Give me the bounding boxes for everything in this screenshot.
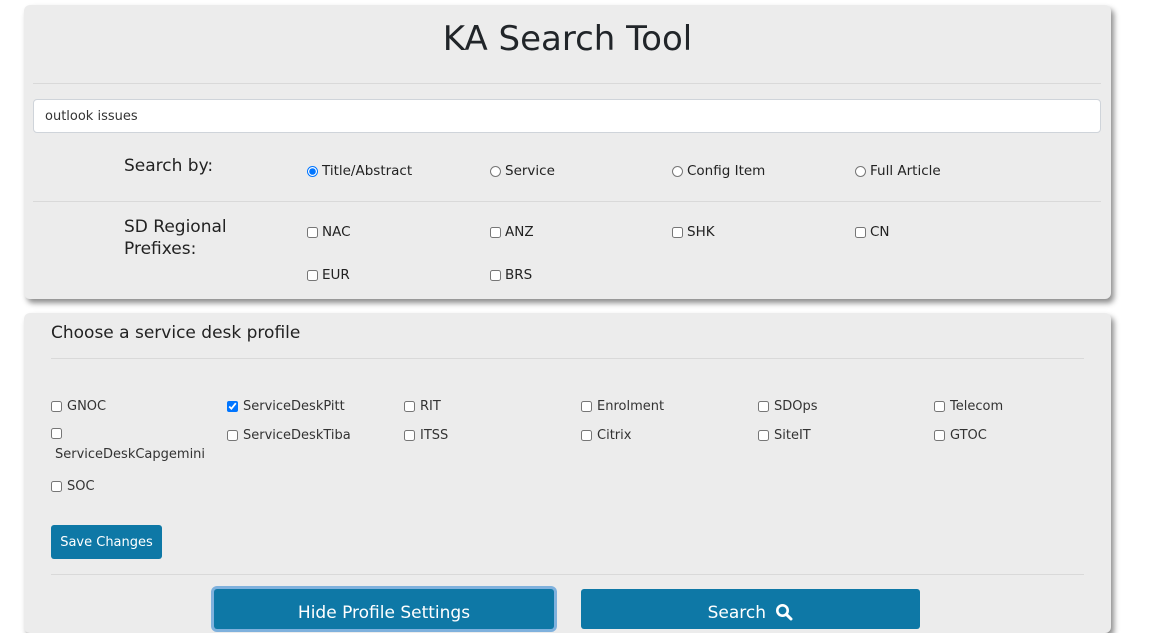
radio-input-title-abstract[interactable]	[307, 165, 318, 177]
profile-item-servicedeskcapgemini[interactable]: ServiceDeskCapgemini	[51, 428, 211, 462]
profile-checkbox-siteit[interactable]	[758, 430, 769, 441]
profile-item-gtoc[interactable]: GTOC	[934, 428, 987, 443]
prefix-label: ANZ	[505, 224, 534, 240]
profile-label: Citrix	[597, 428, 632, 443]
profile-checkbox-enrolment[interactable]	[581, 401, 592, 412]
prefix-eur[interactable]: EUR	[307, 267, 350, 283]
save-changes-button[interactable]: Save Changes	[51, 525, 162, 559]
profile-item-rit[interactable]: RIT	[404, 399, 441, 414]
profile-item-siteit[interactable]: SiteIT	[758, 428, 811, 443]
prefix-label: EUR	[322, 267, 350, 283]
prefixes-label: SD Regional Prefixes:	[124, 216, 227, 260]
prefix-label: NAC	[322, 224, 351, 240]
profile-checkbox-gtoc[interactable]	[934, 430, 945, 441]
radio-label: Config Item	[687, 163, 766, 179]
profile-item-sdops[interactable]: SDOps	[758, 399, 818, 414]
profile-label: ServiceDeskCapgemini	[55, 447, 206, 462]
profile-checkbox-sdops[interactable]	[758, 401, 769, 412]
profile-item-citrix[interactable]: Citrix	[581, 428, 631, 443]
divider	[33, 201, 1101, 202]
radio-label: Service	[505, 163, 555, 179]
radio-label: Full Article	[870, 163, 941, 179]
prefix-brs[interactable]: BRS	[490, 267, 532, 283]
profile-label: GTOC	[950, 428, 987, 443]
radio-title-abstract[interactable]: Title/Abstract	[307, 163, 412, 179]
prefix-checkbox-brs[interactable]	[490, 269, 501, 281]
profile-checkbox-itss[interactable]	[404, 430, 415, 441]
prefix-checkbox-anz[interactable]	[490, 226, 501, 238]
prefix-cn[interactable]: CN	[855, 224, 890, 240]
profile-label: GNOC	[67, 399, 107, 414]
profile-label: SiteIT	[774, 428, 811, 443]
profile-checkbox-rit[interactable]	[404, 401, 415, 412]
radio-input-full-article[interactable]	[855, 165, 866, 177]
profile-checkbox-servicedeskpitt[interactable]	[227, 401, 238, 412]
profile-checkbox-servicedeskcapgemini[interactable]	[51, 428, 62, 439]
profile-checkbox-soc[interactable]	[51, 481, 62, 492]
profile-checkbox-citrix[interactable]	[581, 430, 592, 441]
search-icon	[776, 603, 793, 620]
radio-config-item[interactable]: Config Item	[672, 163, 765, 179]
radio-label: Title/Abstract	[322, 163, 413, 179]
profile-item-telecom[interactable]: Telecom	[934, 399, 1003, 414]
search-by-label: Search by:	[124, 156, 214, 176]
prefix-checkbox-cn[interactable]	[855, 226, 866, 238]
profile-label: RIT	[420, 399, 441, 414]
radio-input-config-item[interactable]	[672, 165, 683, 177]
divider	[51, 358, 1084, 359]
profile-label: Enrolment	[597, 399, 665, 414]
profile-checkbox-telecom[interactable]	[934, 401, 945, 412]
prefix-checkbox-shk[interactable]	[672, 226, 683, 238]
profile-label: SOC	[67, 479, 95, 494]
page-title: KA Search Tool	[442, 19, 693, 59]
profile-item-enrolment[interactable]: Enrolment	[581, 399, 664, 414]
profile-item-soc[interactable]: SOC	[51, 479, 95, 494]
radio-full-article[interactable]: Full Article	[855, 163, 941, 179]
profile-item-servicedesktiba[interactable]: ServiceDeskTiba	[227, 428, 351, 443]
profile-item-gnoc[interactable]: GNOC	[51, 399, 106, 414]
search-panel: KA Search Tool Search by: Title/Abstract…	[24, 5, 1111, 299]
profile-checkbox-gnoc[interactable]	[51, 401, 62, 412]
search-button[interactable]: Search	[581, 589, 920, 629]
profile-checkbox-servicedesktiba[interactable]	[227, 430, 238, 441]
prefix-label: BRS	[505, 267, 533, 283]
radio-service[interactable]: Service	[490, 163, 555, 179]
prefix-checkbox-eur[interactable]	[307, 269, 318, 281]
prefix-anz[interactable]: ANZ	[490, 224, 534, 240]
prefixes-label-line1: SD Regional	[124, 217, 227, 237]
profile-item-servicedeskpitt[interactable]: ServiceDeskPitt	[227, 399, 345, 414]
prefix-shk[interactable]: SHK	[672, 224, 715, 240]
profile-label: Telecom	[950, 399, 1004, 414]
divider	[51, 574, 1084, 575]
profile-heading: Choose a service desk profile	[51, 323, 301, 343]
hide-profile-settings-button[interactable]: Hide Profile Settings	[214, 589, 554, 629]
divider	[33, 83, 1101, 84]
hide-profile-settings-label: Hide Profile Settings	[297, 602, 471, 623]
profile-label: SDOps	[774, 399, 818, 414]
prefix-nac[interactable]: NAC	[307, 224, 351, 240]
prefix-checkbox-nac[interactable]	[307, 226, 318, 238]
search-input[interactable]	[33, 99, 1101, 133]
profile-label: ITSS	[420, 428, 449, 443]
profile-item-itss[interactable]: ITSS	[404, 428, 448, 443]
prefix-label: SHK	[687, 224, 715, 240]
profile-panel: Choose a service desk profile GNOC Servi…	[24, 313, 1111, 633]
prefixes-label-line2: Prefixes:	[124, 239, 197, 259]
profile-label: ServiceDeskTiba	[243, 428, 351, 443]
radio-input-service[interactable]	[490, 165, 501, 177]
prefix-label: CN	[870, 224, 890, 240]
profile-label: ServiceDeskPitt	[243, 399, 345, 414]
search-button-label: Search	[707, 602, 766, 623]
